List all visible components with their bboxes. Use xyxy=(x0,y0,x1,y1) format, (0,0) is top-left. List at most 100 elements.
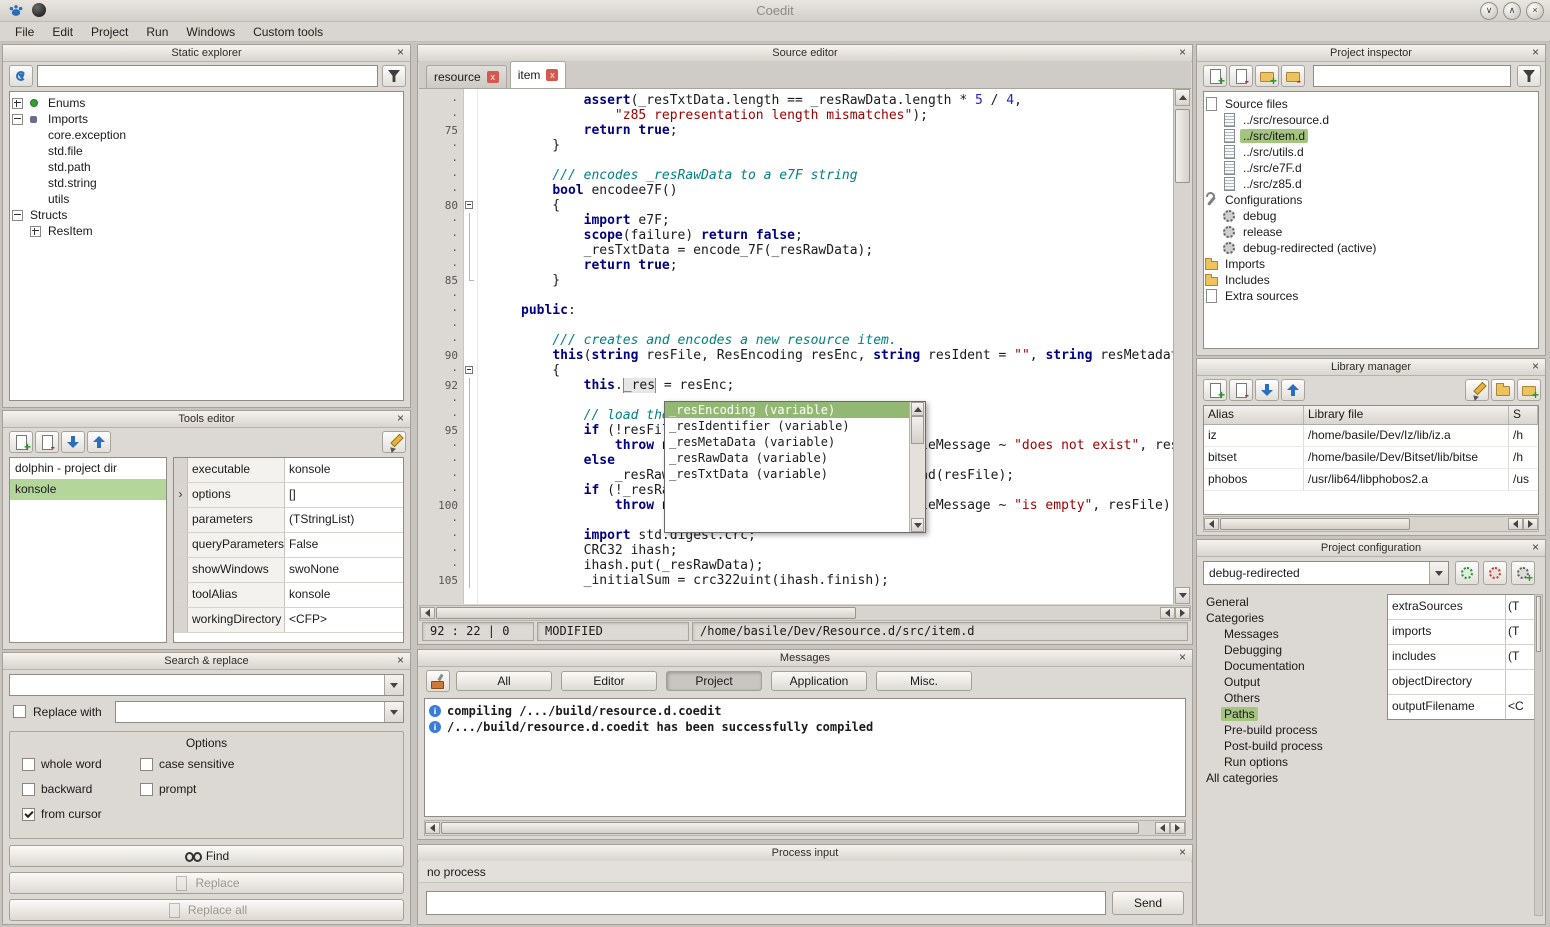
tree-item[interactable]: release xyxy=(1204,224,1538,240)
process-input-field[interactable] xyxy=(426,891,1106,915)
scrollbar-thumb[interactable] xyxy=(441,822,1139,834)
code-line[interactable]: · return true; xyxy=(419,258,1174,273)
menu-item[interactable]: Run xyxy=(137,23,177,41)
menu-item[interactable]: Custom tools xyxy=(244,23,332,41)
search-option[interactable]: case sensitive xyxy=(140,752,403,776)
scroll-right-icon[interactable] xyxy=(1523,518,1538,530)
code-line[interactable]: · /// encodes _resRawData to a e7F strin… xyxy=(419,168,1174,183)
code-line[interactable]: · xyxy=(419,318,1174,333)
filter-button[interactable]: Application xyxy=(771,671,867,691)
close-icon[interactable]: × xyxy=(1529,360,1542,373)
tree-item[interactable]: Imports xyxy=(10,111,403,127)
checkbox[interactable] xyxy=(140,758,153,771)
row-marker[interactable] xyxy=(174,458,188,482)
scrollbar-thumb[interactable] xyxy=(1536,596,1541,652)
filter-button[interactable]: Misc. xyxy=(876,671,972,691)
code-line[interactable]: · ihash.put(_resRawData); xyxy=(419,558,1174,573)
code-line[interactable]: 80 { xyxy=(419,198,1174,213)
tab-close-icon[interactable]: x xyxy=(487,71,499,83)
maximize-button[interactable]: ∧ xyxy=(1503,2,1521,20)
fold-marker-icon[interactable] xyxy=(463,93,477,108)
code-line[interactable]: 90 this(string resFile, ResEncoding resE… xyxy=(419,348,1174,363)
property-value[interactable]: (T xyxy=(1505,620,1536,644)
refresh-button[interactable] xyxy=(9,65,33,87)
move-down-button[interactable] xyxy=(1255,379,1279,401)
editor-horizontal-scrollbar[interactable] xyxy=(419,605,1191,621)
tree-item[interactable]: Imports xyxy=(1204,256,1538,272)
symbol-filter-input[interactable] xyxy=(37,65,378,87)
add-library-button[interactable] xyxy=(1203,379,1227,401)
code-line[interactable]: · public: xyxy=(419,303,1174,318)
tree-item[interactable]: Source files xyxy=(1204,96,1538,112)
category-item[interactable]: All categories xyxy=(1203,770,1381,786)
column-header[interactable]: Library file xyxy=(1304,406,1509,424)
register-library-button[interactable] xyxy=(1517,379,1541,401)
tree-item[interactable]: Configurations xyxy=(1204,192,1538,208)
scroll-left-icon[interactable] xyxy=(425,822,440,834)
open-library-button[interactable] xyxy=(1491,379,1515,401)
filter-button[interactable] xyxy=(382,65,406,87)
replace-combo[interactable] xyxy=(115,701,404,723)
filter-button[interactable]: Project xyxy=(666,671,762,691)
tree-item[interactable]: debug xyxy=(1204,208,1538,224)
filter-button[interactable]: All xyxy=(456,671,552,691)
fold-marker-icon[interactable] xyxy=(463,393,477,408)
dropdown-arrow-icon[interactable] xyxy=(1429,562,1448,584)
fold-marker-icon[interactable] xyxy=(463,528,477,543)
library-horizontal-scrollbar[interactable] xyxy=(1203,516,1539,532)
menu-item[interactable]: Windows xyxy=(177,23,244,41)
property-value[interactable]: <CFP> xyxy=(285,608,403,632)
search-option[interactable]: prompt xyxy=(140,777,403,801)
close-icon[interactable]: × xyxy=(1176,846,1189,859)
tree-item[interactable]: core.exception xyxy=(10,127,403,143)
fold-marker-icon[interactable] xyxy=(463,318,477,333)
fold-marker-icon[interactable] xyxy=(463,243,477,258)
clear-messages-button[interactable] xyxy=(426,670,450,692)
row-marker[interactable] xyxy=(174,608,188,632)
code-line[interactable]: 85 } xyxy=(419,273,1174,288)
tree-item[interactable]: ResItem xyxy=(10,223,403,239)
row-marker[interactable]: › xyxy=(174,483,188,507)
code-line[interactable]: · bool encodee7F() xyxy=(419,183,1174,198)
scrollbar-thumb[interactable] xyxy=(911,416,924,444)
property-value[interactable]: (T xyxy=(1505,645,1536,669)
fold-marker-icon[interactable] xyxy=(463,513,477,528)
tool-list-item[interactable]: dolphin - project dir xyxy=(10,458,166,479)
expander-icon[interactable] xyxy=(12,114,23,125)
close-icon[interactable]: × xyxy=(394,654,407,667)
completion-item[interactable]: _resMetaData (variable) xyxy=(665,434,910,450)
checkbox[interactable] xyxy=(140,783,153,796)
row-marker[interactable] xyxy=(174,508,188,532)
table-row[interactable]: iz /home/basile/Dev/Iz/lib/iz.a /h xyxy=(1204,425,1538,447)
fold-marker-icon[interactable] xyxy=(463,468,477,483)
tree-item[interactable]: ../src/z85.d xyxy=(1204,176,1538,192)
property-value[interactable]: konsole xyxy=(285,583,403,607)
tree-item[interactable]: ../src/e7F.d xyxy=(1204,160,1538,176)
replace-button[interactable]: Replace xyxy=(9,872,404,894)
add-source-button[interactable] xyxy=(1203,65,1227,87)
category-item[interactable]: Output xyxy=(1203,674,1381,690)
fold-marker-icon[interactable] xyxy=(463,183,477,198)
scroll-down-icon[interactable] xyxy=(1175,587,1190,604)
tree-item[interactable]: Enums xyxy=(10,95,403,111)
add-folder-button[interactable] xyxy=(1255,65,1279,87)
property-value[interactable]: <C xyxy=(1505,695,1536,719)
search-option[interactable]: from cursor xyxy=(22,802,140,826)
code-line[interactable]: 92 this._res = resEnc; xyxy=(419,378,1174,393)
category-item[interactable]: Documentation xyxy=(1203,658,1381,674)
fold-marker-icon[interactable] xyxy=(463,303,477,318)
fold-marker-icon[interactable] xyxy=(463,198,477,213)
fold-marker-icon[interactable] xyxy=(463,288,477,303)
scroll-left-icon[interactable] xyxy=(1155,822,1170,834)
titlebar[interactable]: Coedit ∨ ∧ × xyxy=(0,0,1550,22)
fold-marker-icon[interactable] xyxy=(463,498,477,513)
scroll-left-icon[interactable] xyxy=(420,607,435,619)
send-button[interactable]: Send xyxy=(1112,891,1184,915)
category-item[interactable]: Paths xyxy=(1203,706,1381,722)
fold-marker-icon[interactable] xyxy=(463,453,477,468)
search-combo[interactable] xyxy=(9,674,404,696)
scroll-up-icon[interactable] xyxy=(911,402,924,416)
close-icon[interactable]: × xyxy=(394,412,407,425)
property-value[interactable]: [] xyxy=(285,483,403,507)
tree-item[interactable]: Extra sources xyxy=(1204,288,1538,304)
